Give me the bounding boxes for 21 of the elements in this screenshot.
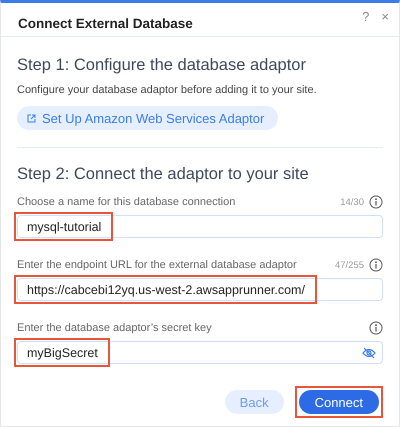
character-counter: 47/255 (334, 260, 364, 270)
character-counter: 14/30 (340, 196, 364, 208)
info-icon[interactable] (369, 258, 383, 272)
info-icon[interactable] (369, 195, 383, 209)
connect-button[interactable]: Connect (298, 390, 379, 414)
description-text: Configure your database adaptor before adding it to your site. (17, 84, 318, 96)
info-icon[interactable] (369, 321, 383, 335)
input-field[interactable]: https://cabcebi12yq.us-west-2.awsapprunner.com/ (17, 278, 383, 301)
input-field[interactable]: myBigSecret (17, 341, 383, 364)
hidden-eye-icon[interactable] (362, 346, 376, 358)
external-link-icon (27, 114, 36, 122)
help-button[interactable]: ? (362, 9, 370, 24)
input-field[interactable]: mysql-tutorial (17, 215, 383, 238)
field-label: Enter the endpoint URL for the external database adaptor (17, 259, 297, 271)
section-heading: Step 1: Configure the database adaptor (17, 56, 307, 75)
setup-link-button[interactable]: Set Up Amazon Web Services Adaptor (17, 106, 278, 130)
field-label: Choose a name for this database connection (17, 196, 236, 208)
section-heading: Step 2: Connect the adaptor to your site (17, 165, 310, 184)
dialog-title: Connect External Database (18, 16, 194, 31)
close-button[interactable]: × (381, 9, 389, 24)
field-label: Enter the database adaptor’s secret key (17, 322, 212, 334)
